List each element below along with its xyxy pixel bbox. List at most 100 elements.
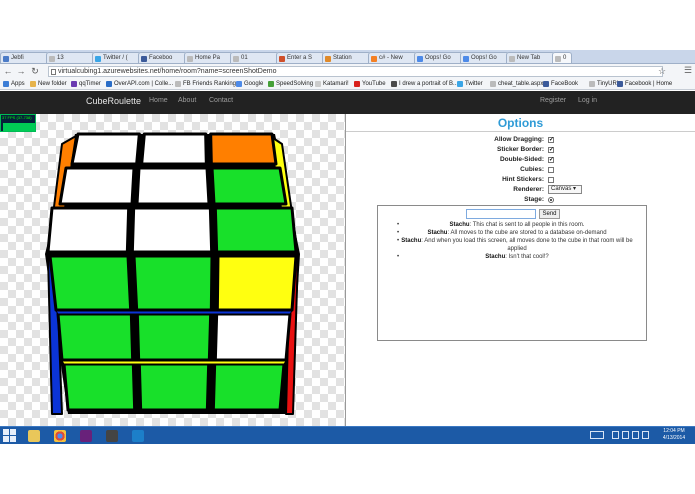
browser-tab[interactable]: 0 (552, 52, 572, 63)
bookmark-icon (354, 81, 360, 87)
bookmark-item[interactable]: Facebook | Home (617, 79, 672, 89)
fps-graph (3, 123, 35, 131)
chat-username: Stachu (485, 254, 506, 260)
browser-tab[interactable]: 13 (46, 52, 95, 63)
network-icon[interactable] (632, 431, 639, 439)
start-tile (10, 436, 16, 442)
bookmark-label: Facebook | Home (625, 81, 673, 87)
browser-tab[interactable]: Oops! Go (414, 52, 463, 63)
browser-tab[interactable]: Twitter / ( (92, 52, 141, 63)
browser-tab[interactable]: New Tab (506, 52, 555, 63)
browser-tab[interactable]: Jebfi (0, 52, 49, 63)
browser-tab[interactable]: 01 (230, 52, 279, 63)
cube-inner-layer-sticker (61, 360, 287, 365)
bookmark-label: OverAPI.com | Colle... (114, 81, 174, 87)
tab-favicon-icon (49, 56, 55, 62)
browser-tab[interactable]: Enter a S (276, 52, 325, 63)
renderer-select[interactable]: Canvas ▾ (548, 185, 582, 194)
nav-contact[interactable]: Contact (209, 97, 233, 104)
bookmark-item[interactable]: TinyURL (589, 79, 620, 89)
chat-username: Stachu (449, 222, 470, 228)
hint-stickers-checkbox[interactable] (548, 177, 554, 183)
reload-icon[interactable]: ↻ (30, 66, 40, 76)
address-bar[interactable]: virtualcubing1.azurewebsites.net/home/ro… (48, 66, 663, 77)
double-sided-checkbox[interactable]: ✓ (548, 157, 554, 163)
bookmark-icon (490, 81, 496, 87)
tab-favicon-icon (141, 56, 147, 62)
bookmark-item[interactable]: OverAPI.com | Colle... (106, 79, 173, 89)
rubiks-cube[interactable] (0, 114, 345, 426)
bookmark-item[interactable]: I drew a portrait of B... (391, 79, 458, 89)
stage-radio[interactable] (548, 197, 554, 203)
azure-icon[interactable] (128, 428, 148, 444)
browser-tab[interactable]: Station (322, 52, 371, 63)
game-icon[interactable] (102, 428, 122, 444)
option-label: Hint Stickers: (502, 176, 544, 183)
renderer-select-value: Canvas (551, 186, 572, 192)
browser-tab[interactable]: Home Pa (184, 52, 233, 63)
tab-favicon-icon (371, 56, 377, 62)
nav-about[interactable]: About (178, 97, 196, 104)
tab-label: 0 (563, 55, 567, 61)
chat-username: Stachu (401, 238, 422, 244)
back-icon[interactable]: ← (3, 66, 13, 76)
send-button[interactable]: Send (539, 209, 560, 219)
windows-start-icon[interactable] (3, 429, 17, 443)
keyboard-icon[interactable] (590, 431, 604, 439)
nav-home[interactable]: Home (149, 97, 168, 104)
browser-tab[interactable]: Faceboo (138, 52, 187, 63)
nav-login[interactable]: Log in (578, 97, 597, 104)
cube-canvas[interactable]: 37 FPS (37-738) (0, 114, 345, 426)
taskbar-clock[interactable]: 12:04 PM 4/13/2014 (657, 428, 691, 442)
menu-icon[interactable]: ☰ (684, 65, 692, 76)
nav-register[interactable]: Register (540, 97, 566, 104)
bookmark-star-icon[interactable]: ☆ (658, 66, 666, 77)
chat-text: : This chat is sent to all people in thi… (469, 222, 585, 228)
chat-input[interactable] (466, 209, 536, 219)
cube-front-sticker (48, 254, 133, 312)
bookmark-item[interactable]: Katamari! (315, 79, 349, 89)
bookmark-item[interactable]: FaceBook (543, 79, 578, 89)
site-brand[interactable]: CubeRoulette (86, 96, 141, 106)
bookmark-item[interactable]: cheat_table.aspx (490, 79, 543, 89)
browser-tab[interactable]: Oops! Go (460, 52, 509, 63)
allow-dragging-checkbox[interactable]: ✓ (548, 137, 554, 143)
chevron-up-icon[interactable] (612, 431, 619, 439)
bookmark-item[interactable]: Apps (3, 79, 25, 89)
bookmark-item[interactable]: qqTimer (71, 79, 101, 89)
visual-studio-icon[interactable] (76, 428, 96, 444)
bookmark-item[interactable]: YouTube (354, 79, 386, 89)
fps-meter: 37 FPS (37-738) (0, 114, 36, 132)
file-explorer-icon[interactable] (24, 428, 44, 444)
cube-front-sticker (132, 254, 214, 312)
bookmark-item[interactable]: New folder (30, 79, 67, 89)
bookmark-label: SpeedSolving (276, 81, 314, 87)
bookmark-item[interactable]: Twitter (457, 79, 483, 89)
tab-label: New Tab (517, 55, 541, 61)
bookmark-item[interactable]: SpeedSolving (268, 79, 313, 89)
browser-tab[interactable]: c# - New (368, 52, 417, 63)
flag-icon[interactable] (622, 431, 629, 439)
browser-toolbar: ← → ↻ virtualcubing1.azurewebsites.net/h… (0, 64, 695, 78)
tab-label: c# - New (379, 55, 403, 61)
chat-username: Stachu (427, 230, 448, 236)
cube-front-sticker (211, 362, 286, 412)
option-label: Stage: (524, 196, 544, 203)
bookmark-icon (457, 81, 463, 87)
start-tile (10, 429, 16, 435)
bookmark-icon (175, 81, 181, 87)
bookmark-item[interactable]: FB Friends Ranking (175, 79, 236, 89)
options-divider (346, 131, 695, 132)
volume-icon[interactable] (642, 431, 649, 439)
forward-icon[interactable]: → (16, 66, 26, 76)
chat-box: Send Stachu: This chat is sent to all pe… (377, 205, 647, 341)
bookmark-label: Katamari! (323, 81, 349, 87)
site-navbar: CubeRoulette Home About Contact Register… (0, 91, 695, 114)
tab-favicon-icon (95, 56, 101, 62)
bookmark-item[interactable]: Google (236, 79, 263, 89)
bookmark-label: Apps (11, 81, 25, 87)
chrome-icon[interactable] (50, 428, 70, 444)
cubies-checkbox[interactable] (548, 167, 554, 173)
tab-favicon-icon (555, 56, 561, 62)
sticker-border-checkbox[interactable]: ✓ (548, 147, 554, 153)
